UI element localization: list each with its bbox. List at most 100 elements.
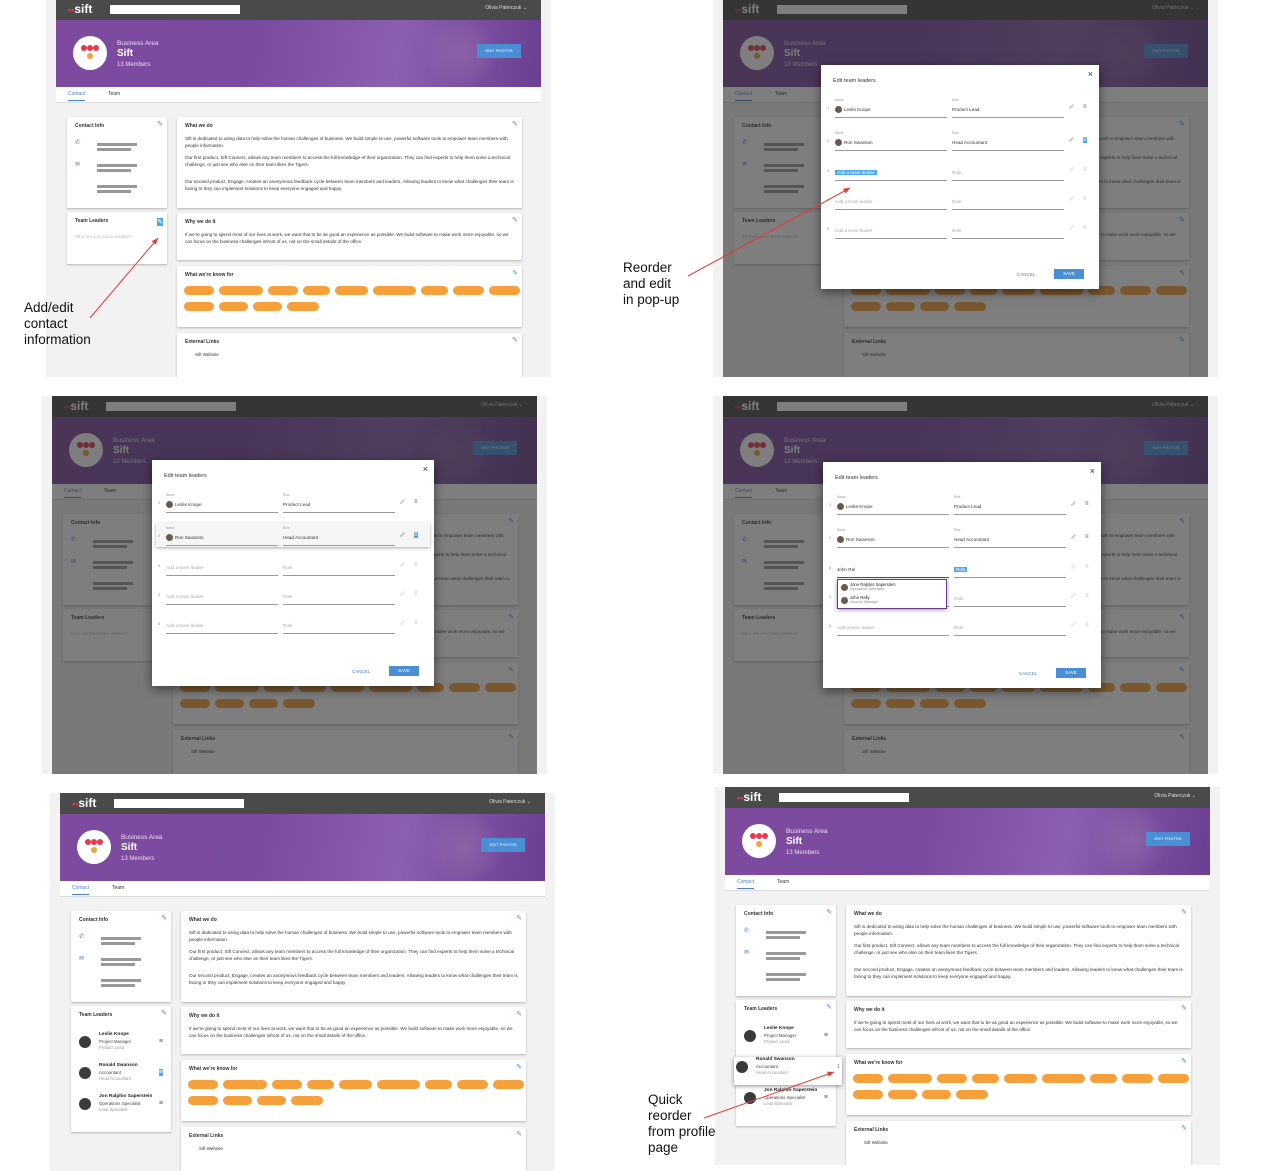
- edit-pencil-icon[interactable]: ✎: [1181, 908, 1187, 916]
- skill-tag[interactable]: [223, 1096, 252, 1105]
- trash-icon[interactable]: ␥: [1069, 197, 1074, 204]
- skill-tag[interactable]: [888, 1090, 917, 1099]
- role-field[interactable]: Role: [283, 585, 395, 605]
- role-field[interactable]: Role Product Lead: [952, 98, 1064, 118]
- edit-pencil-icon[interactable]: ✎: [512, 269, 518, 277]
- save-button[interactable]: SAVE: [1056, 668, 1086, 678]
- drag-handle-icon[interactable]: ≡: [414, 620, 418, 626]
- skill-tag[interactable]: [272, 1080, 302, 1089]
- skill-tag[interactable]: [1004, 1074, 1037, 1083]
- skill-tag[interactable]: [1090, 1074, 1117, 1083]
- drag-handle-icon[interactable]: ≡: [1083, 225, 1087, 231]
- skill-tag[interactable]: [888, 1074, 932, 1083]
- search-bar[interactable]: [779, 793, 909, 802]
- drag-handle-icon[interactable]: ≡: [1083, 196, 1087, 202]
- close-icon[interactable]: ×: [1088, 69, 1093, 79]
- edit-photos-button[interactable]: EDIT PHOTOS: [477, 44, 521, 58]
- trash-icon[interactable]: ␥: [1071, 535, 1076, 542]
- drag-handle-icon[interactable]: ≡: [414, 532, 418, 538]
- drag-handle-icon[interactable]: ≡: [1085, 501, 1089, 507]
- skill-tag[interactable]: [956, 1090, 988, 1099]
- drag-handle-icon[interactable]: ≡: [414, 499, 418, 505]
- skill-tag[interactable]: [257, 1096, 286, 1105]
- user-menu[interactable]: Olivia Paterczuk ⌄: [489, 799, 531, 805]
- edit-pencil-icon[interactable]: ✎: [516, 1063, 522, 1071]
- role-field[interactable]: Role: [954, 558, 1066, 578]
- suggestion-item[interactable]: John Rally Account Manager: [841, 595, 945, 607]
- skill-tag[interactable]: [457, 1080, 488, 1089]
- skill-tag[interactable]: [972, 1074, 999, 1083]
- trash-icon[interactable]: ␥: [1071, 623, 1076, 630]
- save-button[interactable]: SAVE: [389, 666, 419, 676]
- edit-pencil-icon[interactable]: ✎: [157, 120, 163, 128]
- drag-handle-icon[interactable]: ≡: [158, 1069, 163, 1076]
- leader-row[interactable]: Jon Ralphio Saperstein Operations Special…: [742, 1088, 830, 1116]
- drag-handle-icon[interactable]: ≡: [1083, 104, 1087, 110]
- leader-row[interactable]: Ronald Swanson Accountant Head Accountant ≡: [77, 1063, 165, 1091]
- name-field[interactable]: Add a team leader: [166, 585, 278, 605]
- edit-pencil-icon[interactable]: ✎: [161, 1009, 167, 1017]
- skill-tag[interactable]: [1122, 1074, 1153, 1083]
- role-field[interactable]: Role Head Accountant: [954, 528, 1066, 548]
- leader-row[interactable]: Leslie Knope Project Manager Product Lead ≡: [77, 1032, 165, 1060]
- skill-tag[interactable]: [268, 286, 298, 295]
- edit-photos-button[interactable]: EDIT PHOTOS: [1146, 832, 1190, 846]
- tab-contact[interactable]: Contact: [737, 879, 755, 889]
- edit-pencil-icon[interactable]: ✎: [512, 336, 518, 344]
- skill-tag[interactable]: [1042, 1074, 1085, 1083]
- name-field[interactable]: Name Leslie Knope: [835, 98, 947, 118]
- role-field[interactable]: Role Product Lead: [283, 493, 395, 513]
- skill-tag[interactable]: [373, 286, 416, 295]
- name-field[interactable]: Add a team leader: [835, 219, 947, 239]
- role-field[interactable]: Role Head Accountant: [952, 131, 1064, 151]
- trash-icon[interactable]: ␥: [1069, 138, 1074, 145]
- skill-tag[interactable]: [223, 1080, 267, 1089]
- name-field[interactable]: Add a team leader: [835, 161, 947, 181]
- trash-icon[interactable]: ␥: [1069, 168, 1074, 175]
- edit-pencil-icon[interactable]: ✎: [826, 1003, 832, 1011]
- trash-icon[interactable]: ␥: [1071, 565, 1076, 572]
- role-field[interactable]: Role Product Lead: [954, 495, 1066, 515]
- save-button[interactable]: SAVE: [1054, 269, 1084, 279]
- skill-tag[interactable]: [853, 1090, 883, 1099]
- trash-icon[interactable]: ␥: [400, 500, 405, 507]
- name-field[interactable]: Name Ron Swanson: [166, 526, 278, 546]
- cancel-button[interactable]: CANCEL: [1017, 272, 1035, 277]
- edit-pencil-icon[interactable]: ✎: [512, 216, 518, 224]
- tab-team[interactable]: Team: [108, 91, 120, 97]
- skill-tag[interactable]: [453, 286, 484, 295]
- drag-handle-icon[interactable]: ≡: [414, 591, 418, 597]
- skill-tag[interactable]: [303, 286, 330, 295]
- tab-contact[interactable]: Contact: [72, 885, 90, 895]
- tab-team[interactable]: Team: [777, 879, 789, 885]
- cancel-button[interactable]: CANCEL: [352, 669, 370, 674]
- skill-tag[interactable]: [421, 286, 448, 295]
- edit-pencil-icon[interactable]: ✎: [516, 914, 522, 922]
- close-icon[interactable]: ×: [423, 464, 428, 474]
- role-field[interactable]: Role: [283, 614, 395, 634]
- role-field[interactable]: Role: [952, 161, 1064, 181]
- skill-tag[interactable]: [219, 286, 263, 295]
- skill-tag[interactable]: [493, 1080, 524, 1089]
- trash-icon[interactable]: ␥: [400, 621, 405, 628]
- drag-handle-icon[interactable]: ≡: [159, 1038, 163, 1045]
- name-field[interactable]: Name Ron Swanson: [837, 528, 949, 548]
- trash-icon[interactable]: ␥: [1071, 594, 1076, 601]
- drag-handle-icon[interactable]: ↕: [837, 1063, 841, 1070]
- skill-tag[interactable]: [307, 1080, 334, 1089]
- cancel-button[interactable]: CANCEL: [1019, 671, 1037, 676]
- drag-handle-icon[interactable]: ≡: [1085, 622, 1089, 628]
- name-field[interactable]: Name Leslie Knope: [837, 495, 949, 515]
- search-bar[interactable]: [110, 5, 240, 14]
- name-field[interactable]: Add a team leader: [837, 616, 949, 636]
- leader-row[interactable]: Jon Ralphio Saperstein Operations Special…: [77, 1094, 165, 1122]
- tab-contact[interactable]: Contact: [68, 91, 86, 101]
- role-field[interactable]: Role: [952, 219, 1064, 239]
- drag-handle-icon[interactable]: ≡: [1083, 167, 1087, 173]
- skill-tag[interactable]: [922, 1090, 951, 1099]
- name-field[interactable]: Name Ron Swanson: [835, 131, 947, 151]
- skill-tag[interactable]: [335, 286, 368, 295]
- name-field[interactable]: Name Leslie Knope: [166, 493, 278, 513]
- name-field[interactable]: Add a team leader: [166, 556, 278, 576]
- drag-handle-icon[interactable]: ≡: [1085, 593, 1089, 599]
